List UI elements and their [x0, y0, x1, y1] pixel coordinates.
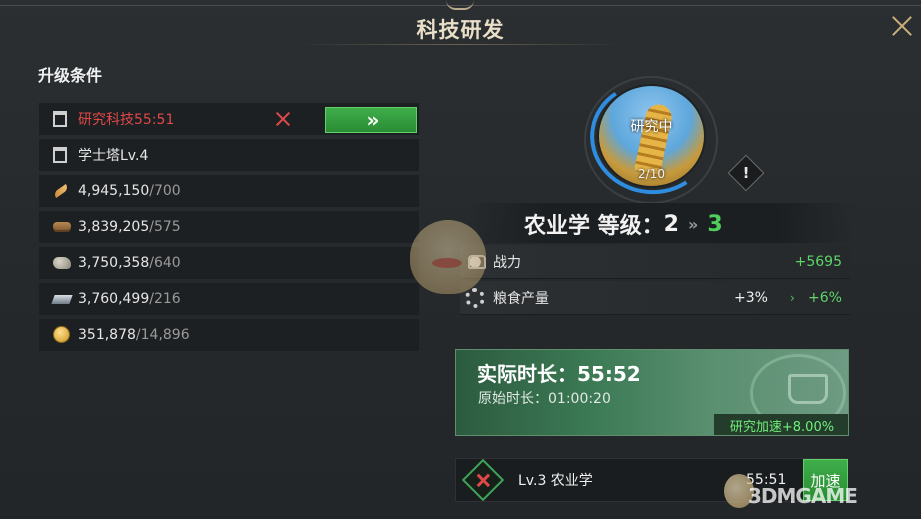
research-boost: 研究加速+8.00%: [714, 414, 848, 435]
req-row-wood: 3,839,205/575: [39, 211, 419, 243]
original-duration: 原始时长：01:00:20: [478, 391, 611, 407]
resource-need: /14,896: [135, 327, 190, 343]
resource-need: /640: [149, 255, 181, 271]
resource-have: 3,760,499: [78, 291, 150, 307]
req-row-feather: 4,945,150/700: [39, 175, 419, 207]
double-chevron-icon: »: [366, 108, 380, 132]
tech-research-window: 科技研发 升级条件 研究科技55:51 » 学士塔Lv.4 4,945,150/…: [0, 0, 921, 519]
feather-icon: [52, 182, 71, 200]
tower-icon: [53, 110, 71, 128]
requirements-list: 研究科技55:51 » 学士塔Lv.4 4,945,150/700 3,839,…: [39, 103, 419, 355]
tech-status-label: 研究中: [630, 119, 673, 135]
next-level: 3: [707, 211, 723, 237]
resource-have: 351,878: [78, 327, 136, 343]
stat-arrow-icon: ›: [790, 290, 795, 305]
req-row-stone: 3,750,358/640: [39, 247, 419, 279]
req-row-iron: 3,760,499/216: [39, 283, 419, 315]
window-title: 科技研发: [416, 18, 505, 42]
stat-row-food: 粮食产量 +3% › +6%: [460, 281, 850, 315]
stat-value: +6%: [808, 289, 842, 306]
req-row-research: 研究科技55:51 »: [39, 103, 419, 135]
watermark-mascot-icon: [410, 220, 486, 294]
close-icon[interactable]: [888, 12, 916, 40]
requirements-heading: 升级条件: [38, 66, 103, 85]
current-level: 2: [663, 211, 679, 237]
tower-requirement-text: 学士塔Lv.4: [78, 148, 149, 164]
actual-duration: 实际时长：55:52: [477, 362, 641, 386]
header-emblem-icon: [446, 0, 474, 10]
queue-label: Lv.3 农业学: [518, 473, 593, 489]
gold-coin-icon: [53, 326, 71, 344]
tech-level-line: 农业学 等级： 2 » 3: [524, 208, 723, 240]
tech-name-level-label: 农业学 等级：: [524, 214, 664, 239]
resource-have: 3,839,205: [78, 219, 150, 235]
wood-icon: [53, 218, 71, 236]
stone-icon: [53, 254, 71, 272]
resource-need: /575: [149, 219, 181, 235]
resource-need: /216: [149, 291, 181, 307]
stat-label: 战力: [493, 254, 521, 271]
go-to-research-button[interactable]: »: [325, 107, 417, 133]
stat-row-power: 战力 +5695: [460, 245, 850, 279]
level-arrow-icon: »: [687, 214, 699, 234]
warning-symbol: !: [742, 164, 750, 182]
watermark-text: 3DMGAME: [748, 484, 858, 508]
tower-icon: [53, 146, 71, 164]
unmet-x-icon: [275, 111, 291, 127]
title-divider: [300, 44, 620, 45]
iron-icon: [51, 290, 73, 308]
research-time-card: 实际时长：55:52 原始时长：01:00:20 研究加速+8.00%: [455, 349, 849, 436]
stat-value: +5695: [794, 253, 842, 270]
cancel-research-icon[interactable]: [461, 458, 505, 502]
resource-have: 4,945,150: [78, 183, 150, 199]
tech-progress-label: 2/10: [638, 167, 665, 181]
stat-current: +3%: [734, 289, 768, 306]
req-row-gold: 351,878/14,896: [39, 319, 419, 351]
gear-icon: [465, 287, 485, 308]
stat-label: 粮食产量: [493, 290, 549, 307]
research-requirement-text: 研究科技55:51: [78, 112, 175, 128]
resource-need: /700: [149, 183, 181, 199]
req-row-tower: 学士塔Lv.4: [39, 139, 419, 171]
resource-have: 3,750,358: [78, 255, 150, 271]
warning-icon[interactable]: !: [727, 154, 765, 192]
book-icon: [788, 374, 828, 404]
